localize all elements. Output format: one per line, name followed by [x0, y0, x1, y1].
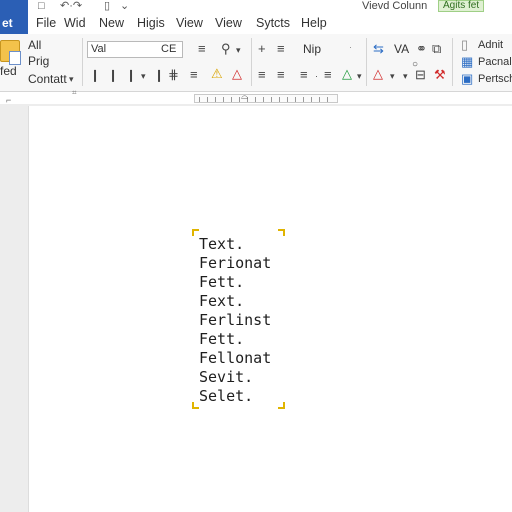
document-icon[interactable]: ▯: [461, 38, 468, 52]
font-size-value: CE: [161, 43, 177, 55]
align-left-icon[interactable]: ≡: [258, 68, 266, 82]
document-line: Fext.: [199, 292, 245, 310]
chevron-down-icon[interactable]: ▾: [141, 69, 146, 83]
bullet-list-icon[interactable]: ≡: [300, 68, 308, 82]
window-title: Vievd Colunn: [362, 0, 428, 12]
style-adnit[interactable]: Adnit: [478, 38, 503, 52]
chevron-down-icon[interactable]: ·: [315, 69, 318, 83]
link-icon[interactable]: ⚭: [416, 42, 427, 56]
menu-sytcts[interactable]: Sytcts: [256, 16, 290, 30]
window-icon[interactable]: ⧉: [432, 42, 441, 56]
tools-icon[interactable]: ⚒: [434, 68, 446, 82]
horizontal-ruler[interactable]: ⌓: [194, 91, 338, 103]
clipboard-launcher-icon[interactable]: ⌗: [72, 86, 77, 100]
align-right-icon[interactable]: ≡: [277, 68, 285, 82]
list-icon[interactable]: ≡: [190, 68, 198, 82]
highlight-warning-icon[interactable]: ⚠: [211, 67, 223, 81]
save-icon[interactable]: □: [38, 0, 45, 12]
find-replace-icon[interactable]: ⇆: [373, 42, 384, 56]
menu-bar: et File Wid New Higis View View Sytcts H…: [0, 0, 512, 48]
align-center-icon[interactable]: ≡: [277, 42, 285, 56]
document-line: Text.: [199, 235, 245, 253]
title-bar: □ ↶·↷ ▯ ⌄ Vievd Colunn Agits fet: [0, 0, 512, 14]
selection-corner-icon: [278, 229, 285, 236]
menu-view[interactable]: View: [176, 16, 203, 30]
ribbon: fed All Prig Contatt ▾ ⌗ Val CE ≡ ⚲ ▾ ❙ …: [0, 34, 512, 97]
menu-view-2[interactable]: View: [215, 16, 242, 30]
indent-marker-icon[interactable]: ⌓: [241, 91, 248, 102]
prig-button[interactable]: Prig: [28, 54, 49, 68]
paste-label[interactable]: fed: [0, 64, 17, 78]
table-icon[interactable]: ▦: [461, 55, 473, 69]
underline-bar-icon[interactable]: ❙: [126, 68, 136, 82]
document-line: Ferionat: [199, 254, 272, 272]
document-text[interactable]: Text. Ferionat Fett. Fext. Ferlinst Fett…: [199, 235, 271, 406]
customize-quick-access-icon[interactable]: ⌄: [120, 0, 129, 12]
selection-corner-icon: [192, 402, 199, 409]
active-menu-tab-label: et: [2, 16, 13, 30]
ruler-ticks: [199, 97, 333, 102]
menu-wid[interactable]: Wid: [64, 16, 86, 30]
document-line: Sevit.: [199, 368, 254, 386]
bold-bar-icon[interactable]: ❙: [90, 68, 100, 82]
chevron-down-icon[interactable]: ▾: [390, 69, 395, 83]
align-lines-icon[interactable]: ≡: [198, 42, 206, 56]
numbering-icon[interactable]: ≡: [324, 68, 332, 82]
menu-file[interactable]: File: [36, 16, 56, 30]
menu-help[interactable]: Help: [301, 16, 327, 30]
select-all-button[interactable]: All: [28, 38, 41, 52]
dot-icon: ·: [349, 42, 352, 52]
va-button[interactable]: VA: [394, 42, 409, 56]
font-name-box[interactable]: Val CE: [87, 41, 183, 58]
format-painter-icon[interactable]: ⚲: [221, 42, 231, 56]
selection-corner-icon: [192, 229, 199, 236]
document-line: Fett.: [199, 330, 245, 348]
strikethrough-icon[interactable]: ❙: [154, 68, 164, 82]
paste-icon[interactable]: [0, 40, 21, 65]
group-divider: [82, 38, 83, 86]
menu-new[interactable]: New: [99, 16, 124, 30]
chevron-down-icon[interactable]: ▾: [357, 69, 362, 83]
style-pertsch[interactable]: Pertsch: [478, 72, 512, 86]
selected-text-box[interactable]: Text. Ferionat Fett. Fext. Ferlinst Fett…: [192, 229, 285, 409]
chevron-down-icon[interactable]: ▾: [69, 72, 74, 86]
chevron-down-icon[interactable]: ▾: [403, 69, 408, 83]
group-divider: [366, 38, 367, 86]
menu-higis[interactable]: Higis: [137, 16, 165, 30]
text-effects-icon[interactable]: △: [373, 67, 383, 81]
paragraph-grid-icon[interactable]: ⊟: [415, 68, 426, 82]
italic-bar-icon[interactable]: ❙: [108, 68, 118, 82]
undo-redo-icon[interactable]: ↶·↷: [60, 0, 82, 12]
document-line: Ferlinst: [199, 311, 272, 329]
document-line: Fett.: [199, 273, 245, 291]
title-badge[interactable]: Agits fet: [438, 0, 485, 12]
contact-button[interactable]: Contatt: [28, 72, 67, 86]
group-divider: [452, 38, 453, 86]
shading-icon[interactable]: △: [342, 67, 352, 81]
nip-button[interactable]: Nip: [303, 42, 321, 56]
chevron-down-icon[interactable]: ▾: [236, 43, 241, 57]
clear-format-icon[interactable]: ⋕: [168, 68, 179, 82]
font-color-icon[interactable]: △: [232, 67, 242, 81]
group-divider: [251, 38, 252, 86]
document-line: Selet.: [199, 387, 254, 405]
touch-mode-icon[interactable]: ▯: [104, 0, 110, 12]
font-name-value: Val: [91, 43, 107, 55]
document-line: Fellonat: [199, 349, 272, 367]
style-pacnal[interactable]: Pacnal: [478, 55, 512, 69]
selection-corner-icon: [278, 402, 285, 409]
insert-plus-icon[interactable]: +: [258, 42, 266, 56]
picture-icon[interactable]: ▣: [461, 72, 473, 86]
